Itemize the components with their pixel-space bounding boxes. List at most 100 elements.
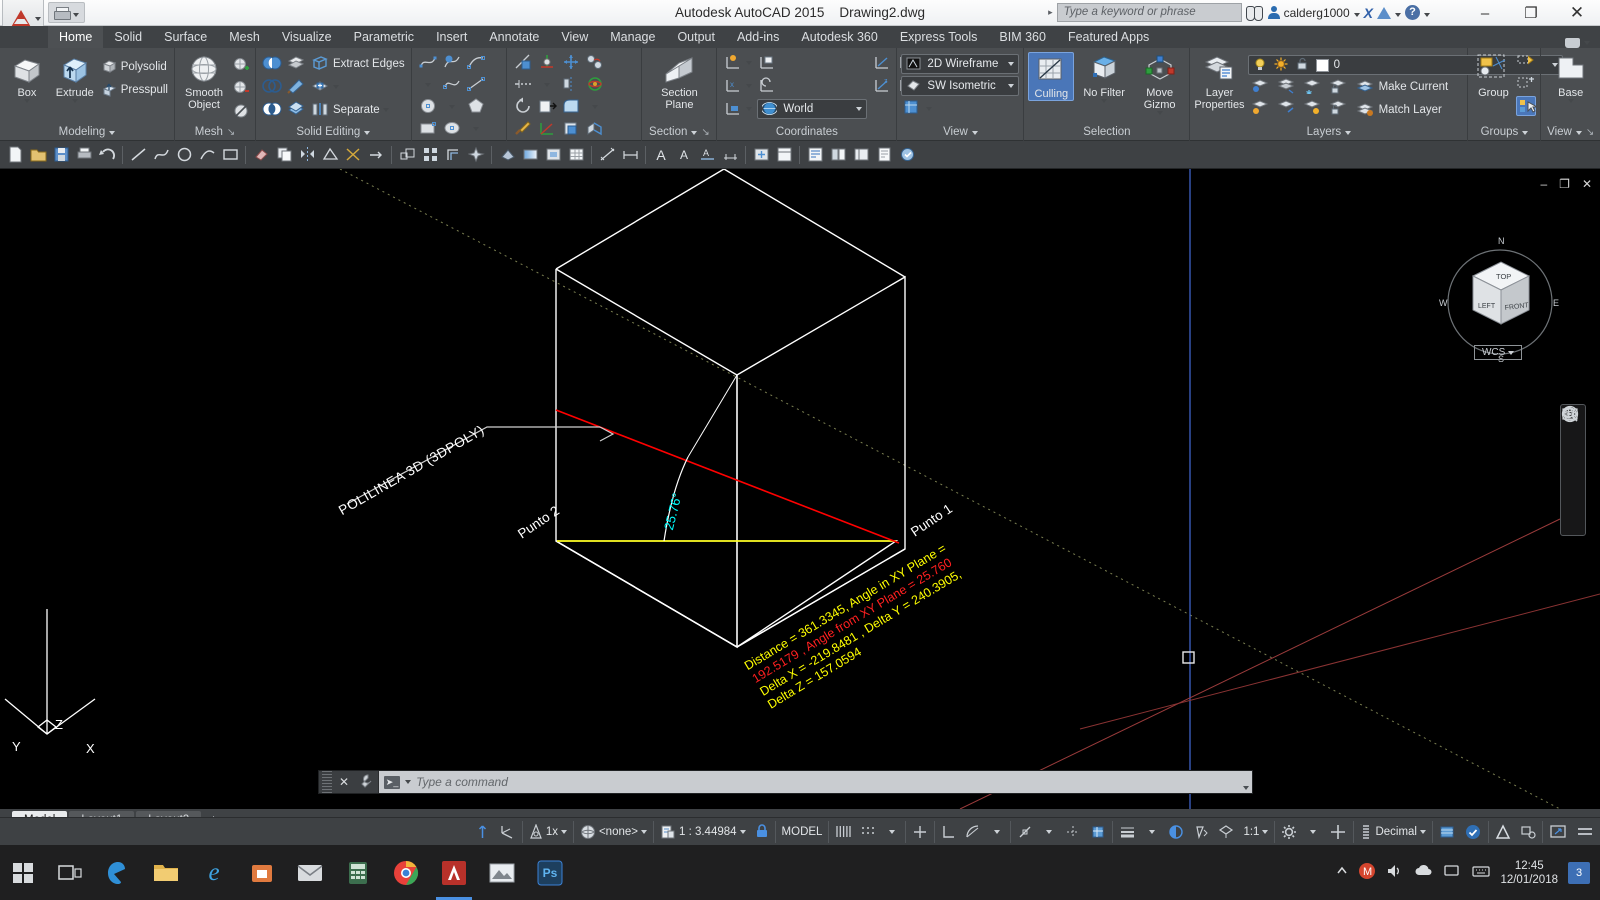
view-manager-button[interactable] xyxy=(901,98,934,120)
ungroup-icon[interactable] xyxy=(1516,54,1536,74)
layer-lock-icon[interactable] xyxy=(1329,77,1349,97)
measure-distance-icon[interactable] xyxy=(596,144,618,166)
taskbar-item-photos[interactable] xyxy=(478,845,526,900)
tab-express-tools[interactable]: Express Tools xyxy=(889,26,989,48)
chevron-down-icon[interactable] xyxy=(1395,12,1401,17)
hatch-icon[interactable] xyxy=(496,144,518,166)
ucs-icon-status[interactable] xyxy=(1087,821,1109,843)
panel-title-mesh[interactable]: Mesh ↘ xyxy=(175,124,255,141)
culling-button[interactable]: Culling xyxy=(1028,52,1075,101)
doc-minimize-button[interactable]: – xyxy=(1540,177,1547,191)
tab-solid[interactable]: Solid xyxy=(103,26,153,48)
command-line-grip[interactable] xyxy=(322,771,332,793)
panel-title-selection[interactable]: Selection xyxy=(1024,124,1189,141)
chevron-down-icon[interactable] xyxy=(746,61,753,65)
taskbar-item-photoshop[interactable]: Ps xyxy=(526,845,574,900)
3d-move-icon[interactable] xyxy=(537,53,557,73)
taskbar-item-chrome[interactable] xyxy=(382,845,430,900)
chevron-down-icon[interactable] xyxy=(1101,99,1108,103)
offset-icon[interactable] xyxy=(442,144,464,166)
panel-title-layers[interactable]: Layers xyxy=(1190,124,1467,141)
cloud-sync-icon[interactable] xyxy=(1461,821,1485,843)
layer-thaw-icon[interactable] xyxy=(1277,98,1297,118)
erase-icon[interactable] xyxy=(250,144,272,166)
circle-icon[interactable] xyxy=(418,97,438,117)
text-style-icon[interactable]: A xyxy=(696,144,718,166)
workspace-switch-button[interactable]: <none> xyxy=(577,821,650,843)
designcenter-icon[interactable] xyxy=(827,144,849,166)
move-icon[interactable] xyxy=(561,53,581,73)
xref-icon[interactable] xyxy=(773,144,795,166)
ucs-face-button[interactable] xyxy=(721,98,754,120)
unlock-icon[interactable] xyxy=(1295,57,1311,73)
3d-align-axis-icon[interactable] xyxy=(537,119,557,139)
arc-tool-icon[interactable] xyxy=(196,144,218,166)
smooth-more-button[interactable] xyxy=(231,54,251,76)
line-icon[interactable] xyxy=(466,75,486,95)
tray-keyboard-icon[interactable] xyxy=(1472,864,1491,881)
otrack-icon[interactable] xyxy=(1062,821,1084,843)
pan-icon[interactable] xyxy=(1564,408,1582,453)
chevron-down-icon[interactable] xyxy=(746,84,753,88)
chevron-down-icon[interactable] xyxy=(1567,99,1574,103)
dimension-icon[interactable] xyxy=(619,144,641,166)
layer-isolate-icon[interactable] xyxy=(1251,77,1271,97)
command-input-area[interactable]: ➤_ Type a command xyxy=(378,771,1240,793)
smooth-object-button[interactable]: Smooth Object xyxy=(179,52,229,111)
chevron-down-icon[interactable] xyxy=(1424,12,1430,17)
make-current-button[interactable]: Make Current xyxy=(1354,76,1451,98)
snap-mode-icon[interactable] xyxy=(857,821,879,843)
tab-manage[interactable]: Manage xyxy=(599,26,666,48)
3d-mirror-icon[interactable] xyxy=(561,75,581,95)
ucs-previous-button[interactable] xyxy=(755,75,869,97)
imprint-button[interactable] xyxy=(308,76,407,98)
ellipse-icon[interactable] xyxy=(442,119,462,139)
ucs-combo[interactable]: World xyxy=(757,99,868,119)
object-snap-icon[interactable] xyxy=(1014,821,1036,843)
extrude-face-icon[interactable] xyxy=(585,119,605,139)
layer-color-swatch[interactable] xyxy=(1315,58,1329,72)
chevron-down-icon[interactable] xyxy=(23,99,30,103)
doc-restore-button[interactable]: ❐ xyxy=(1559,177,1570,191)
close-button[interactable]: ✕ xyxy=(1554,0,1600,26)
smooth-less-button[interactable] xyxy=(231,77,251,99)
match-properties-icon[interactable] xyxy=(513,119,533,139)
command-line[interactable]: ✕ ➤_ Type a command xyxy=(318,770,1253,794)
annotation-scale-2-button[interactable]: 1:1 xyxy=(1240,821,1271,843)
start-button[interactable] xyxy=(0,845,46,900)
annotation-monitor-icon[interactable] xyxy=(472,821,493,843)
ucs-origin-button[interactable] xyxy=(870,52,894,74)
open-file-icon[interactable] xyxy=(27,144,49,166)
line-tool-icon[interactable] xyxy=(127,144,149,166)
chevron-down-icon[interactable] xyxy=(591,105,598,109)
move-gizmo-button[interactable]: Move Gizmo xyxy=(1134,52,1186,115)
chevron-down-icon[interactable] xyxy=(926,107,933,111)
rotate-icon[interactable] xyxy=(513,97,533,117)
visual-style-combo[interactable]: 2D Wireframe xyxy=(901,54,1020,74)
chevron-down-icon[interactable] xyxy=(448,105,455,109)
snap-dropdown[interactable] xyxy=(882,821,902,843)
ucs-world-button[interactable]: World xyxy=(755,98,869,120)
3d-rotate-icon[interactable] xyxy=(585,75,605,95)
taskbar-item-store-blue[interactable] xyxy=(94,845,142,900)
expand-arrow-icon[interactable]: ▸ xyxy=(1048,7,1053,18)
new-file-icon[interactable] xyxy=(4,144,26,166)
text-icon[interactable]: A xyxy=(673,144,695,166)
ucs-named-button[interactable] xyxy=(755,52,869,74)
offset-face-button[interactable] xyxy=(284,53,308,75)
freeze-sun-icon[interactable] xyxy=(1274,57,1290,73)
infer-constraints-icon[interactable] xyxy=(909,821,931,843)
taskbar-item-mail[interactable] xyxy=(286,845,334,900)
command-input[interactable]: Type a command xyxy=(416,775,508,789)
viewport-scale-button[interactable]: 1 : 3.44984 xyxy=(657,821,749,843)
tools-dropdown[interactable] xyxy=(1303,821,1323,843)
help-icon[interactable]: ? xyxy=(1405,5,1420,20)
arc-icon[interactable] xyxy=(466,53,486,73)
annotation-visibility-button[interactable]: 1x xyxy=(526,821,570,843)
ucs-zaxis-button[interactable]: z xyxy=(870,75,894,97)
taskbar-item-file-explorer[interactable] xyxy=(142,845,190,900)
annotation-scale-icon[interactable] xyxy=(496,821,519,843)
tray-volume-icon[interactable] xyxy=(1386,863,1404,882)
3d-scale-icon[interactable] xyxy=(537,97,557,117)
panel-title-section[interactable]: Section ↘ xyxy=(642,124,716,141)
